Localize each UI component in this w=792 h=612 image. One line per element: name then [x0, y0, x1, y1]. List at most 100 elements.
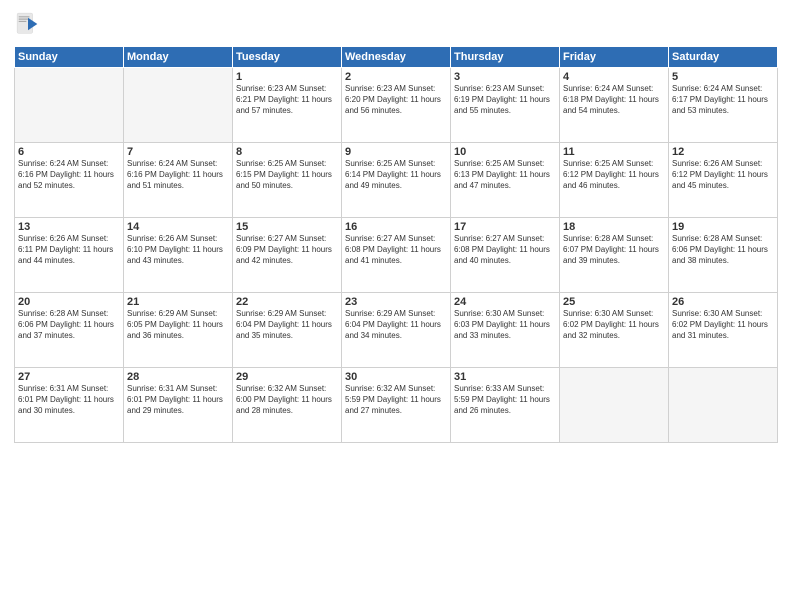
day-number: 18: [563, 221, 665, 233]
day-cell-8: 8Sunrise: 6:25 AM Sunset: 6:15 PM Daylig…: [233, 143, 342, 218]
day-info: Sunrise: 6:28 AM Sunset: 6:06 PM Dayligh…: [18, 309, 120, 341]
day-info: Sunrise: 6:29 AM Sunset: 6:04 PM Dayligh…: [236, 309, 338, 341]
week-row-1: 1Sunrise: 6:23 AM Sunset: 6:21 PM Daylig…: [15, 68, 778, 143]
day-cell-25: 25Sunrise: 6:30 AM Sunset: 6:02 PM Dayli…: [560, 293, 669, 368]
day-cell-19: 19Sunrise: 6:28 AM Sunset: 6:06 PM Dayli…: [669, 218, 778, 293]
day-cell-23: 23Sunrise: 6:29 AM Sunset: 6:04 PM Dayli…: [342, 293, 451, 368]
day-cell-14: 14Sunrise: 6:26 AM Sunset: 6:10 PM Dayli…: [124, 218, 233, 293]
day-number: 21: [127, 296, 229, 308]
day-info: Sunrise: 6:30 AM Sunset: 6:02 PM Dayligh…: [563, 309, 665, 341]
column-header-saturday: Saturday: [669, 47, 778, 68]
day-number: 7: [127, 146, 229, 158]
week-row-4: 20Sunrise: 6:28 AM Sunset: 6:06 PM Dayli…: [15, 293, 778, 368]
column-header-monday: Monday: [124, 47, 233, 68]
day-cell-10: 10Sunrise: 6:25 AM Sunset: 6:13 PM Dayli…: [451, 143, 560, 218]
day-cell-27: 27Sunrise: 6:31 AM Sunset: 6:01 PM Dayli…: [15, 368, 124, 443]
day-number: 29: [236, 371, 338, 383]
column-header-thursday: Thursday: [451, 47, 560, 68]
day-number: 10: [454, 146, 556, 158]
day-info: Sunrise: 6:26 AM Sunset: 6:11 PM Dayligh…: [18, 234, 120, 266]
day-number: 24: [454, 296, 556, 308]
day-info: Sunrise: 6:29 AM Sunset: 6:05 PM Dayligh…: [127, 309, 229, 341]
day-cell-17: 17Sunrise: 6:27 AM Sunset: 6:08 PM Dayli…: [451, 218, 560, 293]
empty-cell: [560, 368, 669, 443]
day-number: 17: [454, 221, 556, 233]
day-cell-24: 24Sunrise: 6:30 AM Sunset: 6:03 PM Dayli…: [451, 293, 560, 368]
day-cell-28: 28Sunrise: 6:31 AM Sunset: 6:01 PM Dayli…: [124, 368, 233, 443]
day-cell-30: 30Sunrise: 6:32 AM Sunset: 5:59 PM Dayli…: [342, 368, 451, 443]
day-cell-21: 21Sunrise: 6:29 AM Sunset: 6:05 PM Dayli…: [124, 293, 233, 368]
day-info: Sunrise: 6:30 AM Sunset: 6:03 PM Dayligh…: [454, 309, 556, 341]
day-info: Sunrise: 6:31 AM Sunset: 6:01 PM Dayligh…: [18, 384, 120, 416]
day-number: 19: [672, 221, 774, 233]
header-row: SundayMondayTuesdayWednesdayThursdayFrid…: [15, 47, 778, 68]
day-cell-20: 20Sunrise: 6:28 AM Sunset: 6:06 PM Dayli…: [15, 293, 124, 368]
empty-cell: [669, 368, 778, 443]
day-number: 25: [563, 296, 665, 308]
day-info: Sunrise: 6:23 AM Sunset: 6:21 PM Dayligh…: [236, 84, 338, 116]
day-cell-2: 2Sunrise: 6:23 AM Sunset: 6:20 PM Daylig…: [342, 68, 451, 143]
day-number: 3: [454, 71, 556, 83]
day-cell-4: 4Sunrise: 6:24 AM Sunset: 6:18 PM Daylig…: [560, 68, 669, 143]
day-cell-15: 15Sunrise: 6:27 AM Sunset: 6:09 PM Dayli…: [233, 218, 342, 293]
day-info: Sunrise: 6:26 AM Sunset: 6:12 PM Dayligh…: [672, 159, 774, 191]
day-number: 30: [345, 371, 447, 383]
day-info: Sunrise: 6:23 AM Sunset: 6:19 PM Dayligh…: [454, 84, 556, 116]
day-info: Sunrise: 6:25 AM Sunset: 6:14 PM Dayligh…: [345, 159, 447, 191]
calendar-body: 1Sunrise: 6:23 AM Sunset: 6:21 PM Daylig…: [15, 68, 778, 443]
day-cell-18: 18Sunrise: 6:28 AM Sunset: 6:07 PM Dayli…: [560, 218, 669, 293]
column-header-friday: Friday: [560, 47, 669, 68]
day-info: Sunrise: 6:27 AM Sunset: 6:08 PM Dayligh…: [454, 234, 556, 266]
day-cell-12: 12Sunrise: 6:26 AM Sunset: 6:12 PM Dayli…: [669, 143, 778, 218]
day-number: 14: [127, 221, 229, 233]
day-number: 12: [672, 146, 774, 158]
day-number: 9: [345, 146, 447, 158]
week-row-2: 6Sunrise: 6:24 AM Sunset: 6:16 PM Daylig…: [15, 143, 778, 218]
day-number: 22: [236, 296, 338, 308]
day-number: 23: [345, 296, 447, 308]
day-cell-29: 29Sunrise: 6:32 AM Sunset: 6:00 PM Dayli…: [233, 368, 342, 443]
day-cell-9: 9Sunrise: 6:25 AM Sunset: 6:14 PM Daylig…: [342, 143, 451, 218]
day-cell-26: 26Sunrise: 6:30 AM Sunset: 6:02 PM Dayli…: [669, 293, 778, 368]
day-info: Sunrise: 6:25 AM Sunset: 6:15 PM Dayligh…: [236, 159, 338, 191]
day-info: Sunrise: 6:30 AM Sunset: 6:02 PM Dayligh…: [672, 309, 774, 341]
day-number: 31: [454, 371, 556, 383]
day-info: Sunrise: 6:32 AM Sunset: 6:00 PM Dayligh…: [236, 384, 338, 416]
day-info: Sunrise: 6:28 AM Sunset: 6:06 PM Dayligh…: [672, 234, 774, 266]
week-row-5: 27Sunrise: 6:31 AM Sunset: 6:01 PM Dayli…: [15, 368, 778, 443]
day-info: Sunrise: 6:25 AM Sunset: 6:12 PM Dayligh…: [563, 159, 665, 191]
day-info: Sunrise: 6:28 AM Sunset: 6:07 PM Dayligh…: [563, 234, 665, 266]
day-number: 26: [672, 296, 774, 308]
day-cell-13: 13Sunrise: 6:26 AM Sunset: 6:11 PM Dayli…: [15, 218, 124, 293]
day-cell-5: 5Sunrise: 6:24 AM Sunset: 6:17 PM Daylig…: [669, 68, 778, 143]
day-cell-3: 3Sunrise: 6:23 AM Sunset: 6:19 PM Daylig…: [451, 68, 560, 143]
column-header-tuesday: Tuesday: [233, 47, 342, 68]
day-info: Sunrise: 6:29 AM Sunset: 6:04 PM Dayligh…: [345, 309, 447, 341]
empty-cell: [124, 68, 233, 143]
day-number: 13: [18, 221, 120, 233]
page: SundayMondayTuesdayWednesdayThursdayFrid…: [0, 0, 792, 612]
day-number: 11: [563, 146, 665, 158]
day-info: Sunrise: 6:31 AM Sunset: 6:01 PM Dayligh…: [127, 384, 229, 416]
day-cell-31: 31Sunrise: 6:33 AM Sunset: 5:59 PM Dayli…: [451, 368, 560, 443]
day-info: Sunrise: 6:23 AM Sunset: 6:20 PM Dayligh…: [345, 84, 447, 116]
day-number: 15: [236, 221, 338, 233]
day-cell-11: 11Sunrise: 6:25 AM Sunset: 6:12 PM Dayli…: [560, 143, 669, 218]
empty-cell: [15, 68, 124, 143]
day-number: 16: [345, 221, 447, 233]
day-info: Sunrise: 6:32 AM Sunset: 5:59 PM Dayligh…: [345, 384, 447, 416]
day-number: 5: [672, 71, 774, 83]
header: [14, 10, 778, 38]
day-number: 6: [18, 146, 120, 158]
day-number: 28: [127, 371, 229, 383]
day-cell-22: 22Sunrise: 6:29 AM Sunset: 6:04 PM Dayli…: [233, 293, 342, 368]
day-info: Sunrise: 6:27 AM Sunset: 6:09 PM Dayligh…: [236, 234, 338, 266]
day-info: Sunrise: 6:33 AM Sunset: 5:59 PM Dayligh…: [454, 384, 556, 416]
day-number: 1: [236, 71, 338, 83]
day-number: 20: [18, 296, 120, 308]
week-row-3: 13Sunrise: 6:26 AM Sunset: 6:11 PM Dayli…: [15, 218, 778, 293]
column-header-sunday: Sunday: [15, 47, 124, 68]
day-number: 8: [236, 146, 338, 158]
day-cell-7: 7Sunrise: 6:24 AM Sunset: 6:16 PM Daylig…: [124, 143, 233, 218]
day-info: Sunrise: 6:26 AM Sunset: 6:10 PM Dayligh…: [127, 234, 229, 266]
